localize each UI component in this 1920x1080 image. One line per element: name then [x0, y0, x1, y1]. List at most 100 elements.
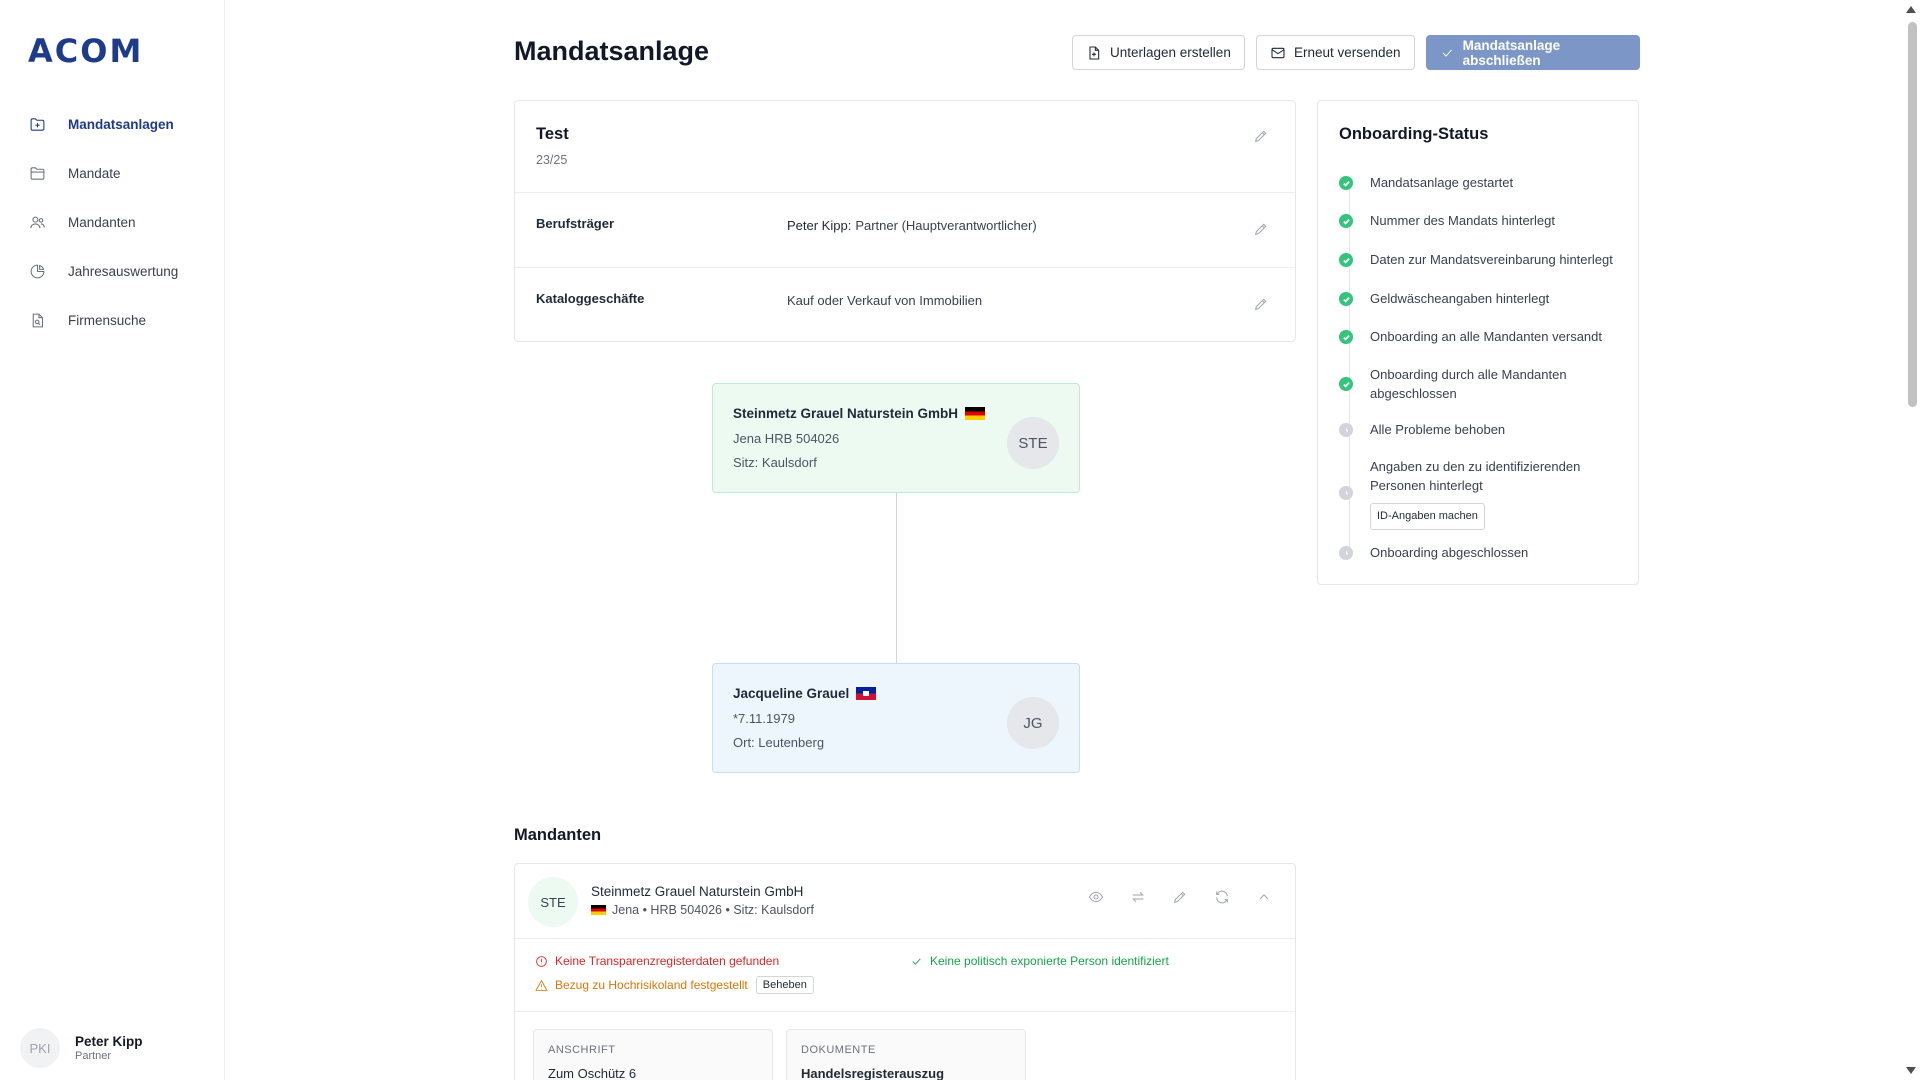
documents-box: DOKUMENTE Handelsregisterauszug — [786, 1029, 1026, 1080]
haiti-flag-icon — [856, 687, 877, 700]
check-circle-icon — [1339, 176, 1353, 190]
row-value: Kauf oder Verkauf von Immobilien — [787, 293, 983, 308]
create-documents-label: Unterlagen erstellen — [1110, 45, 1231, 60]
germany-flag-icon — [591, 905, 606, 915]
sidebar-item-label: Mandate — [68, 166, 121, 181]
company-seat: Sitz: Kaulsdorf — [733, 455, 817, 470]
status-text: Daten zur Mandatsvereinbarung hinterlegt — [1370, 252, 1613, 267]
check-circle-icon — [1339, 330, 1353, 344]
resend-button[interactable]: Erneut versenden — [1256, 35, 1415, 70]
status-text: Nummer des Mandats hinterlegt — [1370, 213, 1555, 228]
row-label: Kataloggeschäfte — [536, 291, 645, 306]
company-name-text: Steinmetz Grauel Naturstein GmbH — [733, 406, 959, 421]
sidebar-item-label: Jahresauswertung — [68, 264, 179, 279]
edit-kataloggeschaefte-button[interactable] — [1251, 294, 1271, 314]
check-pep: Keine politisch exponierte Person identi… — [910, 954, 1169, 968]
company-node[interactable]: Steinmetz Grauel Naturstein GmbH Jena HR… — [712, 383, 1080, 493]
finish-mandate-button[interactable]: Mandatsanlage abschließen — [1426, 35, 1640, 70]
check-text: Keine politisch exponierte Person identi… — [930, 954, 1169, 968]
onboarding-status-title: Onboarding-Status — [1339, 125, 1489, 143]
status-text: Alle Probleme behoben — [1370, 422, 1506, 437]
mandanten-section-title: Mandanten — [514, 826, 602, 844]
users-icon — [28, 214, 46, 232]
user-role: Partner — [75, 1050, 112, 1062]
address-header: ANSCHRIFT — [548, 1044, 616, 1056]
mandant-meta: Jena • HRB 504026 • Sitz: Kaulsdorf — [591, 903, 814, 917]
check-icon — [912, 958, 921, 965]
sidebar-item-label: Mandatsanlagen — [68, 117, 174, 132]
swap-button[interactable] — [1117, 889, 1159, 905]
company-name: Steinmetz Grauel Naturstein GmbH — [733, 406, 986, 421]
person-avatar: JG — [1007, 697, 1059, 749]
sidebar-item-jahresauswertung[interactable]: Jahresauswertung — [20, 247, 210, 296]
status-text: Onboarding an alle Mandanten versandt — [1370, 329, 1602, 344]
check-circle-icon — [1339, 253, 1353, 267]
sidebar-item-label: Mandanten — [68, 215, 136, 230]
documents-header: DOKUMENTE — [801, 1044, 876, 1056]
scroll-thumb[interactable] — [1908, 22, 1917, 407]
scroll-up-arrow-icon[interactable] — [1906, 6, 1916, 13]
id-data-button[interactable]: ID-Angaben machen — [1370, 503, 1485, 530]
mandate-number: 23/25 — [536, 153, 568, 167]
tree-connector — [896, 493, 897, 663]
status-text: Mandatsanlage gestartet — [1370, 175, 1514, 190]
row-value: Peter Kipp: Partner (Hauptverantwortliche… — [787, 218, 1037, 233]
person-name: Jacqueline Grauel — [733, 686, 877, 701]
mandate-row-berufstraeger: Berufsträger Peter Kipp: Partner (Hauptve… — [515, 192, 1295, 267]
mail-icon — [1271, 47, 1285, 58]
address-value: Zum Oschütz 6 — [548, 1066, 637, 1080]
resend-label: Erneut versenden — [1294, 45, 1401, 60]
person-place: Ort: Leutenberg — [733, 735, 825, 750]
edit-mandant-button[interactable] — [1159, 889, 1201, 905]
create-documents-button[interactable]: Unterlagen erstellen — [1072, 35, 1245, 70]
mandate-title: Test — [536, 125, 569, 143]
pencil-icon — [1254, 223, 1267, 236]
sidebar-item-mandatsanlagen[interactable]: Mandatsanlagen — [20, 100, 210, 149]
folder-plus-icon — [28, 116, 46, 134]
status-timeline — [1349, 181, 1350, 556]
document-search-icon — [28, 312, 46, 330]
sidebar-nav: Mandatsanlagen Mandate Mandanten Jahresa… — [20, 100, 210, 345]
status-text: Angaben zu den zu identifizierenden Pers… — [1370, 459, 1581, 493]
mandant-avatar: STE — [528, 877, 578, 927]
eye-icon — [1088, 891, 1104, 903]
user-profile[interactable]: PKI Peter Kipp Partner — [20, 1028, 143, 1068]
person-name-text: Jacqueline Grauel — [733, 686, 850, 701]
company-avatar: STE — [1007, 417, 1059, 469]
refresh-button[interactable] — [1201, 889, 1243, 905]
swap-arrows-icon — [1132, 891, 1144, 903]
row-value-name: Peter Kipp: — [787, 218, 852, 233]
edit-mandate-button[interactable] — [1251, 126, 1271, 146]
mandant-header[interactable]: STE Steinmetz Grauel Naturstein GmbH Jen… — [515, 864, 1295, 939]
sidebar-item-mandate[interactable]: Mandate — [20, 149, 210, 198]
onboarding-status-card: Onboarding-Status Mandatsanlage gestarte… — [1317, 100, 1639, 585]
sidebar-item-firmensuche[interactable]: Firmensuche — [20, 296, 210, 345]
mandate-card: Test 23/25 Berufsträger Peter Kipp: Partn… — [514, 100, 1296, 342]
app-logo[interactable]: ACOM — [28, 32, 143, 70]
documents-value[interactable]: Handelsregisterauszug — [801, 1066, 944, 1080]
clock-icon — [1339, 486, 1353, 500]
sidebar-item-mandanten[interactable]: Mandanten — [20, 198, 210, 247]
address-box: ANSCHRIFT Zum Oschütz 6 — [533, 1029, 773, 1080]
check-icon — [1442, 49, 1452, 57]
germany-flag-icon — [965, 407, 986, 420]
sidebar: ACOM Mandatsanlagen Mandate Mandanten Ja… — [0, 0, 225, 1080]
clock-icon — [1339, 546, 1353, 560]
sidebar-item-label: Firmensuche — [68, 313, 147, 328]
edit-berufstraeger-button[interactable] — [1251, 219, 1271, 239]
mandant-meta-text: Jena • HRB 504026 • Sitz: Kaulsdorf — [612, 903, 814, 917]
check-transparency: Keine Transparenzregisterdaten gefunden — [535, 954, 779, 968]
status-text-block: Angaben zu den zu identifizierenden Pers… — [1370, 458, 1620, 530]
check-text: Bezug zu Hochrisikoland festgestellt — [555, 978, 748, 992]
refresh-icon — [1216, 890, 1228, 904]
check-circle-icon — [1339, 292, 1353, 306]
clock-icon — [1339, 423, 1353, 437]
page-scrollbar[interactable] — [1903, 0, 1920, 1080]
check-circle-icon — [1339, 214, 1353, 228]
check-circle-icon — [1339, 377, 1353, 391]
collapse-button[interactable] — [1243, 889, 1285, 905]
person-node[interactable]: Jacqueline Grauel *7.11.1979 Ort: Leuten… — [712, 663, 1080, 773]
scroll-down-arrow-icon[interactable] — [1906, 1067, 1916, 1074]
fix-button[interactable]: Beheben — [755, 976, 814, 994]
view-button[interactable] — [1075, 889, 1117, 905]
